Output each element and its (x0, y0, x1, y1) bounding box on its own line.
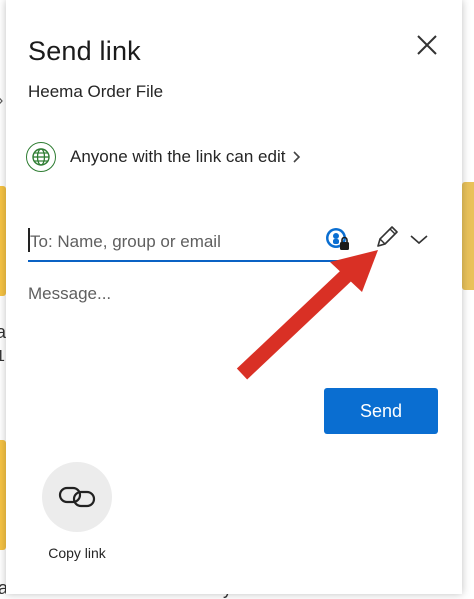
link-permission-button[interactable]: Anyone with the link can edit (26, 140, 303, 174)
link-icon (58, 486, 96, 508)
background-text: 1 (0, 348, 5, 365)
send-link-dialog: Send link Heema Order File Anyone with t… (6, 0, 462, 594)
recipient-input[interactable] (28, 224, 354, 262)
message-field[interactable] (28, 284, 428, 344)
background-folder-icon (462, 182, 474, 290)
dialog-title: Send link (28, 36, 141, 66)
pencil-icon[interactable] (372, 224, 400, 252)
globe-icon (26, 142, 56, 172)
close-icon[interactable] (414, 32, 440, 58)
text-cursor (28, 228, 30, 252)
chevron-right-icon (293, 151, 301, 163)
chevron-down-icon[interactable] (408, 228, 430, 250)
background-chevron-icon: › (0, 92, 3, 110)
permission-label: Anyone with the link can edit (70, 147, 286, 166)
person-lock-icon (326, 228, 349, 250)
send-button[interactable]: Send (324, 388, 438, 434)
copy-link-button[interactable] (42, 462, 112, 532)
copy-link-label: Copy link (48, 545, 106, 561)
file-name: Heema Order File (28, 82, 164, 101)
